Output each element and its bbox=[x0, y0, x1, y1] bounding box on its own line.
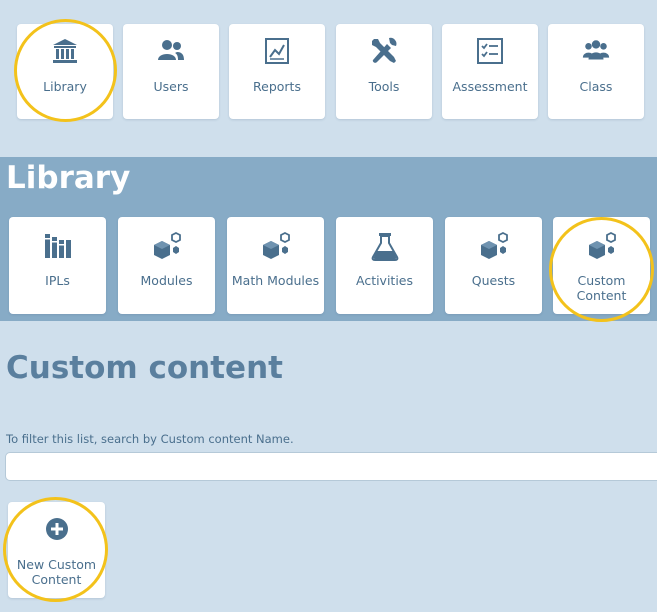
nav-item-label: Users bbox=[153, 79, 189, 94]
plus-circle-icon bbox=[42, 514, 72, 544]
search-input[interactable] bbox=[5, 452, 657, 481]
library-item-activities[interactable]: Activities bbox=[336, 217, 433, 314]
library-item-label: Quests bbox=[471, 273, 516, 288]
library-title: Library bbox=[6, 160, 131, 196]
cubes-icon bbox=[261, 231, 291, 261]
books-icon bbox=[43, 231, 73, 261]
page-title: Custom content bbox=[6, 350, 283, 386]
assessment-icon bbox=[475, 36, 505, 66]
library-item-label: Modules bbox=[140, 273, 193, 288]
filter-hint: To filter this list, search by Custom co… bbox=[6, 432, 294, 446]
new-button-label: New Custom Content bbox=[16, 557, 97, 587]
cubes-icon bbox=[587, 231, 617, 261]
nav-item-label: Library bbox=[43, 79, 87, 94]
nav-item-tools[interactable]: Tools bbox=[336, 24, 432, 119]
cubes-icon bbox=[152, 231, 182, 261]
nav-item-label: Reports bbox=[253, 79, 301, 94]
library-item-math-modules[interactable]: Math Modules bbox=[227, 217, 324, 314]
nav-item-class[interactable]: Class bbox=[548, 24, 644, 119]
library-item-modules[interactable]: Modules bbox=[118, 217, 215, 314]
nav-item-users[interactable]: Users bbox=[123, 24, 219, 119]
reports-icon bbox=[262, 36, 292, 66]
new-custom-content-button[interactable]: New Custom Content bbox=[8, 502, 105, 598]
library-item-ipls[interactable]: IPLs bbox=[9, 217, 106, 314]
library-item-label: Activities bbox=[355, 273, 414, 288]
cubes-icon bbox=[479, 231, 509, 261]
nav-item-label: Assessment bbox=[452, 79, 528, 94]
library-item-label: IPLs bbox=[45, 273, 70, 288]
nav-item-assessment[interactable]: Assessment bbox=[442, 24, 538, 119]
nav-item-reports[interactable]: Reports bbox=[229, 24, 325, 119]
library-item-quests[interactable]: Quests bbox=[445, 217, 542, 314]
page: Library Users Reports Tools Assessment C… bbox=[0, 0, 657, 612]
users-icon bbox=[156, 36, 186, 66]
flask-icon bbox=[370, 231, 400, 261]
library-item-label: Math Modules bbox=[231, 273, 320, 288]
class-icon bbox=[581, 36, 611, 66]
library-item-custom-content[interactable]: Custom Content bbox=[553, 217, 650, 314]
tools-icon bbox=[369, 36, 399, 66]
library-icon bbox=[50, 36, 80, 66]
nav-item-label: Tools bbox=[368, 79, 400, 94]
library-item-label: Custom Content bbox=[576, 273, 627, 303]
nav-item-library[interactable]: Library bbox=[17, 24, 113, 119]
nav-item-label: Class bbox=[579, 79, 613, 94]
